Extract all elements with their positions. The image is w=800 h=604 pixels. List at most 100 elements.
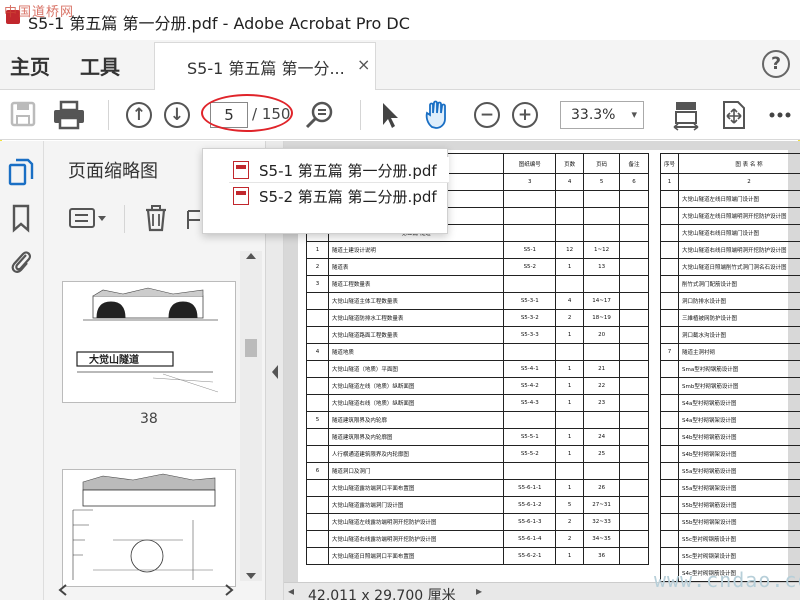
table-cell: Smb型衬砌钢筋设计图 <box>679 378 800 395</box>
table-row: 大觉山隧道左线日照端门设计图 <box>661 191 800 208</box>
scroll-right-icon[interactable]: ▸ <box>476 584 482 598</box>
thumbnail-scrollbar[interactable] <box>240 251 262 581</box>
table-cell <box>661 378 679 395</box>
table-cell: S5-1 <box>504 242 556 259</box>
table-cell: 2 <box>556 310 584 327</box>
bookmarks-icon[interactable] <box>8 203 34 233</box>
table-cell <box>661 225 679 242</box>
table-row: 大觉山隧道右线日照端明洞开挖防护设计图 <box>661 242 800 259</box>
table-cell: S5-3-1 <box>504 293 556 310</box>
empty-cell <box>504 208 556 225</box>
table-cell <box>620 497 649 514</box>
table-cell: 大觉山隧道右线日照端门设计图 <box>679 225 800 242</box>
table-row: S5a型衬砌钢筋设计图 <box>661 463 800 480</box>
zoom-out-icon[interactable]: − <box>474 102 500 128</box>
chevron-down-icon: ▾ <box>631 102 637 128</box>
table-cell <box>661 310 679 327</box>
table-cell: 5 <box>556 497 584 514</box>
thumbnail-horizontal-scrollbar[interactable] <box>50 581 262 599</box>
table-cell: 大觉山隧道露坊端洞口平面布置图 <box>328 480 503 497</box>
table-cell <box>661 293 679 310</box>
empty-cell <box>504 225 556 242</box>
table-cell: 隧道主洞衬砌 <box>679 344 800 361</box>
title-bar: S5-1 第五篇 第一分册.pdf - Adobe Acrobat Pro DC… <box>0 0 800 40</box>
table-row: 大觉山隧道右线日照端门设计图 <box>661 225 800 242</box>
thumbnail-options-icon[interactable] <box>68 203 108 233</box>
page-thumbnail-39[interactable] <box>62 469 236 587</box>
help-button[interactable]: ? <box>762 50 790 78</box>
table-cell: 大觉山隧道（地质）平面图 <box>328 361 503 378</box>
table-cell <box>307 497 329 514</box>
table-cell: 洞口截水沟设计图 <box>679 327 800 344</box>
read-mode-icon[interactable] <box>718 99 750 131</box>
delete-pages-icon[interactable] <box>142 203 170 233</box>
recent-doc-item[interactable]: S5-1 第五篇 第一分册.pdf <box>229 157 449 183</box>
table-cell: S5-6-1-2 <box>504 497 556 514</box>
home-tab[interactable]: 主页 <box>10 51 50 80</box>
table-cell: S4b型衬砌钢筋设计图 <box>679 429 800 446</box>
table-cell: 隧道建筑限界及内轮廓图 <box>328 429 503 446</box>
print-icon[interactable] <box>52 99 86 131</box>
table-cell <box>661 395 679 412</box>
attachments-icon[interactable] <box>8 247 34 277</box>
table-row: 7隧道主洞衬砌 <box>661 344 800 361</box>
table-cell: S5-6-1-4 <box>504 531 556 548</box>
table-row: 4隧道地质 <box>307 344 649 361</box>
zoom-marquee-icon[interactable] <box>304 99 336 131</box>
recent-doc-item[interactable]: S5-2 第五篇 第二分册.pdf <box>229 183 449 209</box>
document-tab[interactable]: S5-1 第五篇 第一分... × <box>154 42 376 90</box>
header-cell: 页数 <box>556 154 584 174</box>
table-cell: S5-4-1 <box>504 361 556 378</box>
table-cell: 三維植被网防护设计图 <box>679 310 800 327</box>
table-cell <box>661 429 679 446</box>
zoom-select[interactable]: 33.3% ▾ <box>560 101 644 129</box>
close-tab-button[interactable]: × <box>357 55 370 74</box>
column-number-cell: 1 <box>661 174 679 191</box>
column-number-cell: 6 <box>620 174 649 191</box>
zoom-in-icon[interactable]: + <box>512 102 538 128</box>
more-options-icon[interactable] <box>768 99 794 131</box>
table-row: S5b型衬砌钢筋设计图 <box>661 497 800 514</box>
fit-page-icon[interactable] <box>670 99 702 131</box>
table-cell: 18~19 <box>584 310 620 327</box>
table-cell: 25 <box>584 446 620 463</box>
previous-page-icon[interactable]: ↑ <box>126 102 152 128</box>
table-cell: S5-2 <box>504 259 556 276</box>
table-cell: 21 <box>584 361 620 378</box>
table-cell: 1 <box>556 327 584 344</box>
table-cell: S5-4-3 <box>504 395 556 412</box>
table-cell <box>661 208 679 225</box>
table-cell <box>307 310 329 327</box>
table-cell: 大觉山隧道日照端削竹式洞门洞名石设计图 <box>679 259 800 276</box>
next-page-icon[interactable]: ↓ <box>164 102 190 128</box>
table-row: 3隧道工程数量表 <box>307 276 649 293</box>
table-row: 大觉山隧道主体工程数量表S5-3-1414~17 <box>307 293 649 310</box>
table-cell: 隧道土建设计说明 <box>328 242 503 259</box>
page-thumbnails-icon[interactable] <box>8 157 34 187</box>
table-row: 大觉山隧道左线露坊端明洞开挖防护设计图S5-6-1-3232~33 <box>307 514 649 531</box>
table-row: S5c型衬砌钢架设计图 <box>661 548 800 565</box>
table-cell <box>307 514 329 531</box>
empty-cell <box>584 225 620 242</box>
table-cell <box>307 548 329 565</box>
table-cell: 1 <box>307 242 329 259</box>
select-cursor-icon[interactable] <box>374 99 406 131</box>
save-icon[interactable] <box>8 99 40 131</box>
table-cell <box>556 412 584 429</box>
table-row: 大觉山隧道防排水工程数量表S5-3-2218~19 <box>307 310 649 327</box>
insert-pages-icon[interactable] <box>184 203 204 233</box>
hand-tool-icon[interactable] <box>422 99 456 131</box>
table-cell <box>661 412 679 429</box>
header-cell: 备注 <box>620 154 649 174</box>
main-toolbar: ↑ ↓ − + <box>0 90 800 140</box>
tools-tab[interactable]: 工具 <box>80 51 120 80</box>
table-cell: 隧道工程数量表 <box>328 276 503 293</box>
open-documents-popup: S5-1 第五篇 第一分册.pdf S5-2 第五篇 第二分册.pdf <box>202 148 448 234</box>
table-cell <box>661 361 679 378</box>
table-cell: S5c型衬砌钢架设计图 <box>679 548 800 565</box>
table-cell <box>504 344 556 361</box>
scroll-left-icon[interactable]: ◂ <box>288 584 294 598</box>
page-thumbnail-38[interactable]: 大觉山隧道 <box>62 281 236 403</box>
table-row: 大觉山隧道路面工程数量表S5-3-3120 <box>307 327 649 344</box>
table-cell: 隧道地质 <box>328 344 503 361</box>
